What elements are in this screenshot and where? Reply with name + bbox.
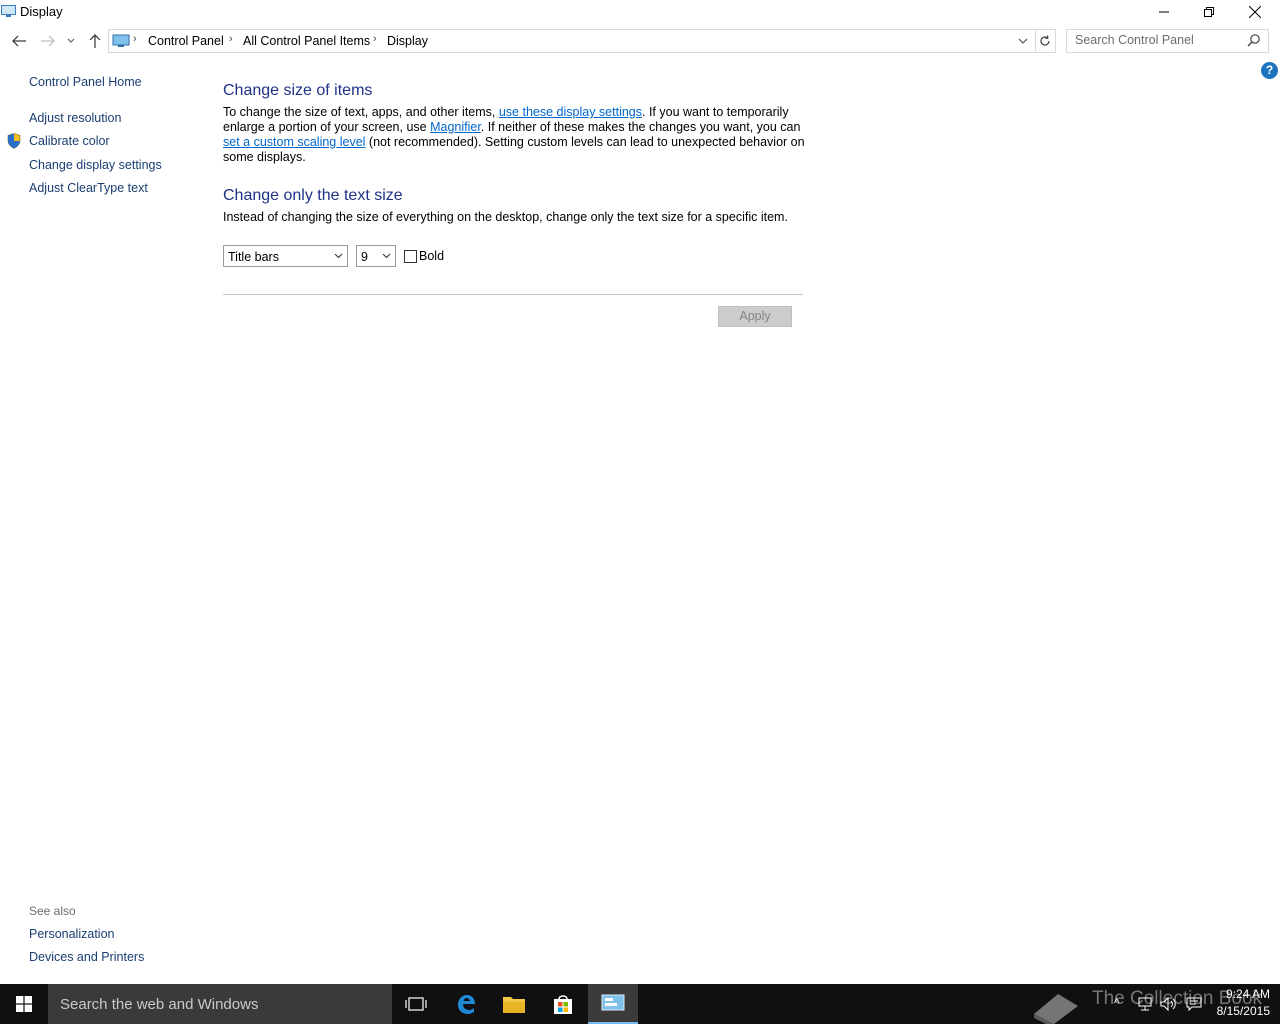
volume-icon[interactable] [1160,996,1178,1012]
clock-time[interactable]: 9:24 AM [1214,987,1270,1001]
show-hidden-icons-icon[interactable]: ^ [1114,996,1120,1010]
divider [223,294,803,295]
text-segment: To change the size of text, apps, and ot… [223,105,499,119]
folder-icon [503,997,525,1013]
control-panel-icon [112,34,130,47]
recent-locations-button[interactable] [61,28,81,54]
close-button[interactable] [1232,0,1278,24]
breadcrumb-control-panel[interactable]: Control Panel [148,34,224,48]
chevron-right-icon: › [133,33,137,45]
close-icon [1249,6,1261,18]
section-heading-size-items: Change size of items [223,82,373,99]
sidebar-personalization[interactable]: Personalization [29,927,114,941]
window-title: Display [20,4,63,19]
control-panel-taskbar-button[interactable] [588,984,638,1024]
windows-logo-icon [16,996,32,1012]
size-items-description: To change the size of text, apps, and ot… [223,105,808,165]
watermark-book-logo [1034,994,1078,1024]
text-size-description: Instead of changing the size of everythi… [223,210,788,224]
chevron-down-icon [334,253,343,259]
control-panel-icon [601,994,625,1011]
item-select-value: Title bars [228,250,279,264]
taskbar: Search the web and Windows The Collectio… [0,984,1280,1024]
refresh-icon [1040,35,1050,46]
chevron-right-icon: › [373,33,377,45]
up-button[interactable] [84,28,106,54]
search-icon [1247,34,1260,47]
taskbar-search-box[interactable]: Search the web and Windows [48,984,392,1024]
display-settings-link[interactable]: use these display settings [499,105,642,119]
shield-icon [7,133,21,149]
apply-button[interactable]: Apply [718,306,792,327]
magnifier-link[interactable]: Magnifier [430,120,481,134]
restore-icon [1204,7,1214,17]
custom-scaling-link[interactable]: set a custom scaling level [223,135,365,149]
chevron-down-icon [67,38,75,43]
section-heading-text-size: Change only the text size [223,187,403,204]
minimize-button[interactable] [1141,0,1187,24]
address-bar[interactable]: › Control Panel › All Control Panel Item… [108,29,1036,53]
sidebar-adjust-resolution[interactable]: Adjust resolution [29,111,121,125]
clock-date[interactable]: 8/15/2015 [1206,1004,1270,1018]
help-icon[interactable]: ? [1261,62,1278,79]
up-arrow-icon [89,34,101,48]
breadcrumb-all-items[interactable]: All Control Panel Items [243,34,370,48]
size-select[interactable]: 9 [356,245,396,267]
sidebar-adjust-cleartype[interactable]: Adjust ClearType text [29,181,148,195]
file-explorer-button[interactable] [490,984,538,1024]
minimize-icon [1159,11,1169,13]
back-button[interactable] [8,28,30,54]
start-button[interactable] [0,984,48,1024]
text-segment: . If neither of these makes the changes … [480,120,801,134]
sidebar-control-panel-home[interactable]: Control Panel Home [29,75,142,89]
forward-arrow-icon [41,35,55,47]
search-box[interactable] [1066,29,1269,53]
forward-button[interactable] [37,28,59,54]
sidebar-devices-and-printers[interactable]: Devices and Printers [29,950,144,964]
see-also-label: See also [29,904,76,918]
store-button[interactable] [539,984,587,1024]
store-icon [554,995,572,1014]
action-center-icon[interactable] [1186,996,1202,1012]
taskbar-search-text: Search the web and Windows [60,996,259,1013]
restore-button[interactable] [1186,0,1232,24]
title-bar: Display [0,0,1280,24]
edge-button[interactable] [442,984,490,1024]
refresh-button[interactable] [1035,29,1056,53]
edge-icon [458,995,475,1014]
network-icon[interactable] [1138,996,1154,1012]
chevron-right-icon: › [229,33,233,45]
back-arrow-icon [12,35,26,47]
bold-checkbox[interactable] [404,250,417,263]
sidebar-change-display-settings[interactable]: Change display settings [29,158,162,172]
size-select-value: 9 [361,250,368,264]
chevron-down-icon [1018,38,1028,44]
chevron-down-icon [382,253,391,259]
bold-label[interactable]: Bold [419,249,444,263]
display-icon [1,5,16,17]
search-input[interactable] [1067,30,1245,50]
task-view-icon [405,997,427,1011]
item-select[interactable]: Title bars [223,245,348,267]
breadcrumb-display[interactable]: Display [387,34,428,48]
address-dropdown-button[interactable] [1013,30,1033,52]
task-view-button[interactable] [392,984,440,1024]
sidebar-calibrate-color[interactable]: Calibrate color [29,134,110,148]
